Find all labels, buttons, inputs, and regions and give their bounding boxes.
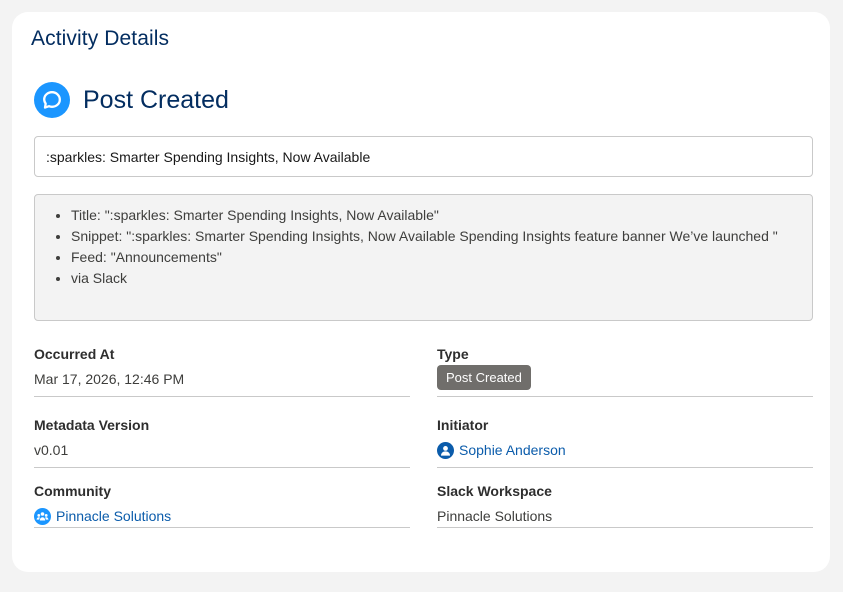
occurred-at-value: Mar 17, 2026, 12:46 PM — [34, 371, 185, 387]
field-label: Metadata Version — [34, 417, 150, 433]
community-link[interactable]: Pinnacle Solutions — [56, 508, 171, 524]
slack-workspace-value: Pinnacle Solutions — [437, 508, 553, 524]
card-title: Activity Details — [31, 27, 170, 50]
event-title: Post Created — [83, 85, 229, 114]
details-item-snippet: Snippet: ":sparkles: Smarter Spending In… — [71, 226, 796, 247]
initiator-link[interactable]: Sophie Anderson — [459, 442, 566, 458]
field-label: Community — [34, 483, 111, 499]
field-type: Type Post Created — [437, 346, 813, 397]
field-initiator: Initiator Sophie Anderson — [437, 417, 813, 468]
details-item-title: Title: ":sparkles: Smarter Spending Insi… — [71, 205, 796, 226]
event-header: Post Created — [34, 82, 229, 118]
initiator-value: Sophie Anderson — [437, 440, 813, 460]
type-value: Post Created — [437, 364, 813, 390]
details-list: Title: ":sparkles: Smarter Spending Insi… — [71, 205, 796, 289]
details-item-feed: Feed: "Announcements" — [71, 247, 796, 268]
field-community: Community Pinnacle Solutions — [34, 483, 410, 528]
metadata-version-value: v0.01 — [34, 442, 69, 458]
field-metadata-version: Metadata Version v0.01 — [34, 417, 410, 468]
field-label: Type — [437, 346, 469, 362]
user-icon — [437, 441, 454, 459]
details-item-source: via Slack — [71, 268, 796, 289]
activity-details-card: Activity Details Post Created :sparkles:… — [12, 12, 830, 572]
field-label: Slack Workspace — [437, 483, 552, 499]
details-box: Title: ":sparkles: Smarter Spending Insi… — [34, 194, 813, 321]
field-occurred-at: Occurred At Mar 17, 2026, 12:46 PM — [34, 346, 410, 397]
field-slack-workspace: Slack Workspace Pinnacle Solutions — [437, 483, 813, 528]
community-icon — [34, 507, 51, 525]
type-badge: Post Created — [437, 364, 531, 390]
summary-field: :sparkles: Smarter Spending Insights, No… — [34, 136, 813, 177]
community-value: Pinnacle Solutions — [34, 506, 410, 526]
chat-bubble-icon — [34, 82, 70, 118]
field-label: Initiator — [437, 417, 489, 433]
field-label: Occurred At — [34, 346, 115, 362]
